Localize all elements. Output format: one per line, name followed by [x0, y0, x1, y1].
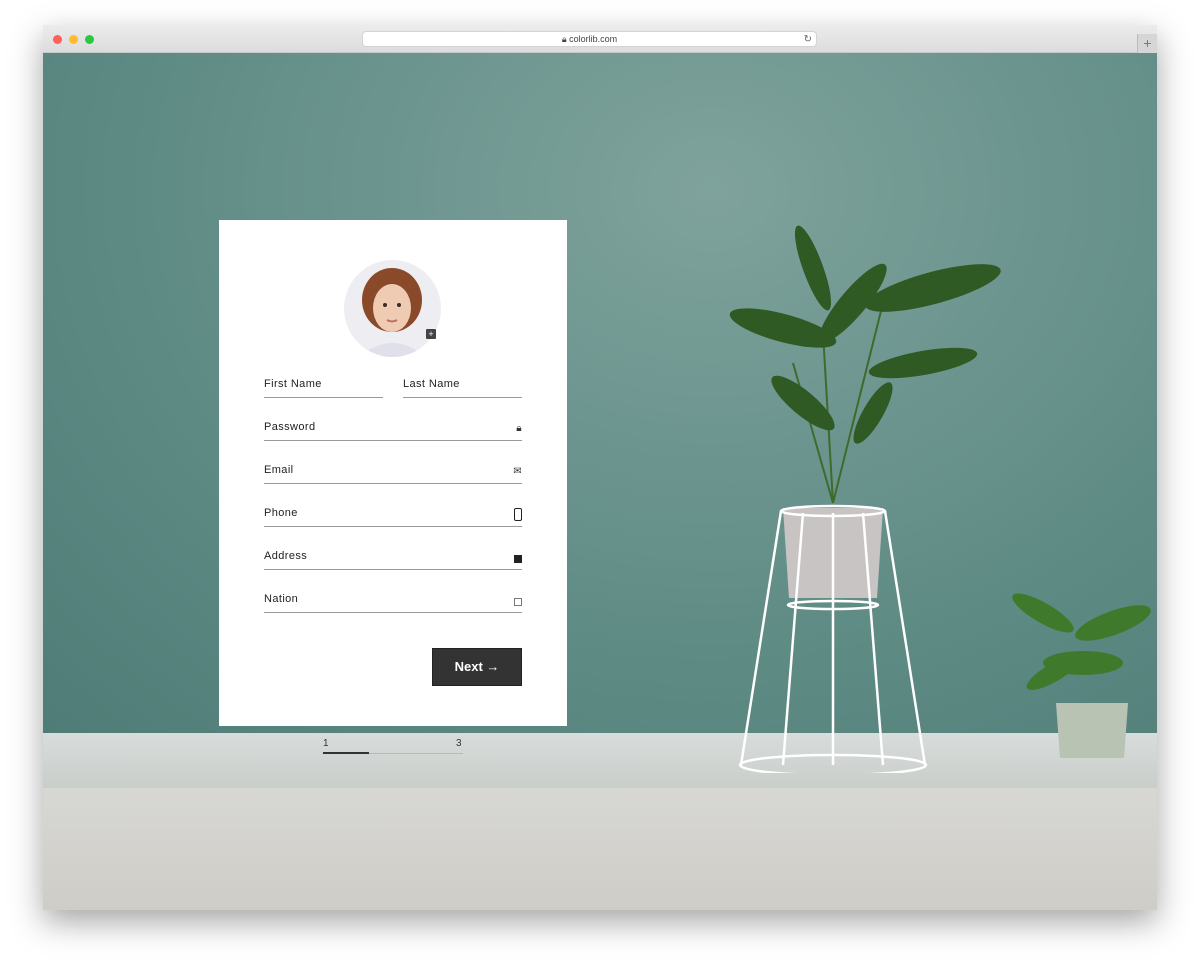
last-name-input[interactable]: Last Name	[403, 378, 522, 398]
step-current: 1	[323, 738, 329, 749]
mobile-phone-icon	[514, 508, 522, 521]
lock-icon: 🔒︎	[561, 34, 567, 44]
address-bar[interactable]: 🔒︎ colorlib.com ↻	[362, 31, 817, 47]
avatar[interactable]	[344, 260, 441, 357]
profile-photo	[359, 268, 426, 357]
signup-form-card: + First Name Last Name Password 🔒︎ Email ✉…	[219, 220, 567, 726]
envelope-icon: ✉	[513, 466, 522, 477]
step-progress-fill	[323, 752, 370, 754]
first-name-input[interactable]: First Name	[264, 378, 383, 398]
page: + First Name Last Name Password 🔒︎ Email ✉…	[43, 53, 1157, 910]
minimize-button[interactable]	[69, 35, 78, 44]
reload-icon[interactable]: ↻	[804, 32, 812, 47]
step-last: 3	[456, 738, 462, 749]
background-shelf-front	[43, 788, 1157, 910]
browser-window: 🔒︎ colorlib.com ↻ + + First Name Last Na…	[43, 25, 1157, 910]
maximize-button[interactable]	[85, 35, 94, 44]
phone-input[interactable]: Phone	[264, 507, 522, 527]
close-button[interactable]	[53, 35, 62, 44]
lock-icon: 🔒︎	[516, 423, 522, 434]
add-photo-icon[interactable]: +	[426, 329, 436, 339]
id-card-icon	[514, 598, 522, 606]
next-button[interactable]: Next →	[432, 648, 522, 686]
plants-image	[729, 225, 1151, 773]
nation-input[interactable]: Nation	[264, 593, 522, 613]
map-icon	[514, 555, 522, 563]
new-tab-button[interactable]: +	[1137, 34, 1157, 53]
title-bar: 🔒︎ colorlib.com ↻ +	[43, 25, 1157, 53]
address-input[interactable]: Address	[264, 550, 522, 570]
email-input[interactable]: Email ✉	[264, 464, 522, 484]
password-input[interactable]: Password 🔒︎	[264, 421, 522, 441]
